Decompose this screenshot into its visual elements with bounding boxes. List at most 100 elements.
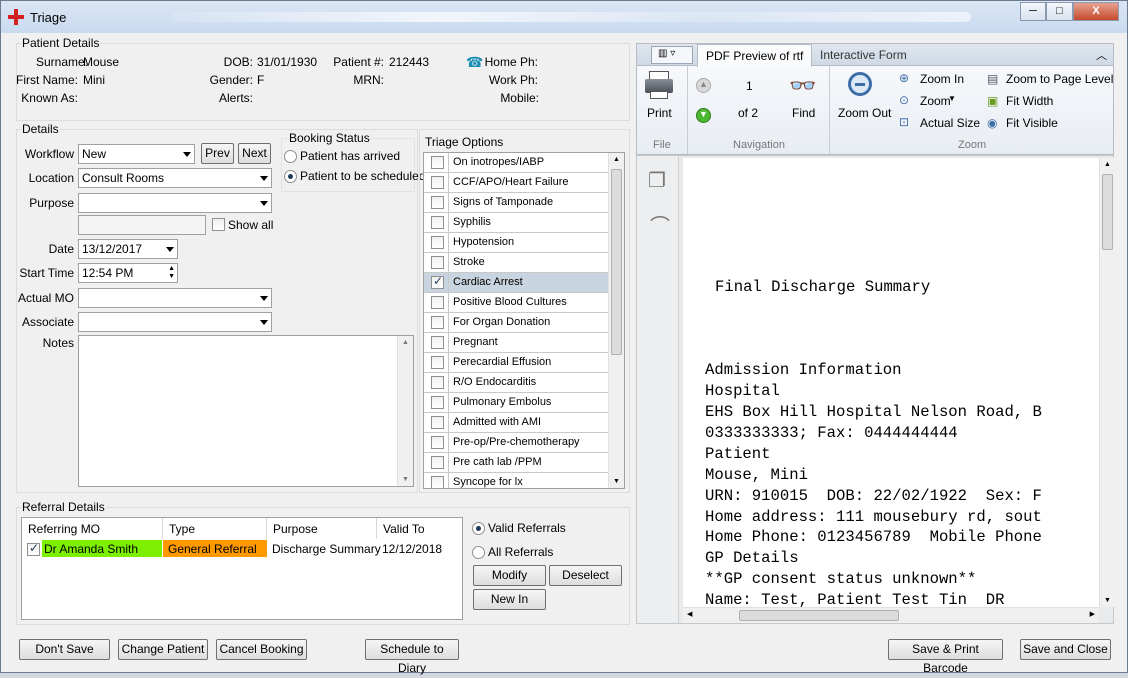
close-button[interactable]: X	[1073, 2, 1119, 21]
deselect-button[interactable]: Deselect	[549, 565, 622, 586]
triage-option-row[interactable]: Cardiac Arrest	[424, 273, 609, 293]
triage-option-row[interactable]: Pre-op/Pre-chemotherapy	[424, 433, 609, 453]
tab-interactive-form[interactable]: Interactive Form	[812, 44, 915, 66]
triage-option-row[interactable]: Positive Blood Cultures	[424, 293, 609, 313]
scroll-up-icon[interactable]: ▲	[402, 339, 409, 346]
scroll-thumb[interactable]	[611, 169, 622, 355]
triage-option-row[interactable]: For Organ Donation	[424, 313, 609, 333]
scroll-thumb[interactable]	[739, 610, 899, 621]
actual-size-button[interactable]: Actual Size	[920, 116, 980, 130]
purpose-combo[interactable]	[78, 193, 272, 213]
triage-option-checkbox[interactable]	[431, 376, 444, 389]
zoom-out-button[interactable]: Zoom Out	[838, 106, 891, 120]
triage-option-row[interactable]: On inotropes/IABP	[424, 153, 609, 173]
scroll-down-icon[interactable]: ▼	[402, 476, 409, 483]
radio-patient-arrived[interactable]	[284, 150, 297, 163]
triage-option-row[interactable]: CCF/APO/Heart Failure	[424, 173, 609, 193]
triage-option-checkbox[interactable]	[431, 416, 444, 429]
radio-valid-referrals[interactable]	[472, 522, 485, 535]
triage-option-checkbox[interactable]	[431, 476, 444, 488]
scroll-left-icon[interactable]: ◀	[687, 610, 692, 618]
previous-page-icon[interactable]: ▲	[696, 78, 711, 93]
triage-option-checkbox[interactable]	[431, 316, 444, 329]
zoom-page-level-button[interactable]: Zoom to Page Level	[1006, 72, 1113, 86]
maximize-button[interactable]: □	[1046, 2, 1073, 21]
triage-option-checkbox[interactable]	[431, 236, 444, 249]
triage-option-row[interactable]: Hypotension	[424, 233, 609, 253]
start-time-spinner[interactable]: 12:54 PM ▲ ▼	[78, 263, 178, 283]
fit-width-button[interactable]: Fit Width	[1006, 94, 1053, 108]
triage-option-row[interactable]: Signs of Tamponade	[424, 193, 609, 213]
triage-option-checkbox[interactable]	[431, 356, 444, 369]
cancel-booking-button[interactable]: Cancel Booking	[216, 639, 307, 660]
show-all-checkbox[interactable]	[212, 218, 225, 231]
column-header-valid-to[interactable]: Valid To	[377, 518, 462, 539]
triage-option-checkbox[interactable]	[431, 436, 444, 449]
associate-combo[interactable]	[78, 312, 272, 332]
find-button[interactable]: Find	[792, 106, 815, 120]
triage-option-checkbox[interactable]	[431, 176, 444, 189]
table-row[interactable]: Dr Amanda Smith General Referral Dischar…	[22, 539, 462, 559]
radio-patient-scheduled[interactable]	[284, 170, 297, 183]
location-combo[interactable]: Consult Rooms	[78, 168, 272, 188]
notes-scrollbar[interactable]: ▲ ▼	[397, 336, 413, 486]
chevron-down-icon[interactable]: ▼	[948, 94, 956, 103]
minimize-button[interactable]: ─	[1020, 2, 1046, 21]
triage-scrollbar[interactable]: ▲ ▼	[608, 153, 624, 488]
new-in-button[interactable]: New In	[473, 589, 546, 610]
fit-visible-icon[interactable]: ◉	[987, 116, 997, 130]
print-button[interactable]: Print	[647, 106, 672, 120]
dont-save-button[interactable]: Don't Save	[19, 639, 110, 660]
triage-option-row[interactable]: Pulmonary Embolus	[424, 393, 609, 413]
prev-button[interactable]: Prev	[201, 143, 234, 164]
pdf-horizontal-scrollbar[interactable]: ◀ ▶	[683, 607, 1099, 623]
triage-option-row[interactable]: Admitted with AMI	[424, 413, 609, 433]
save-and-close-button[interactable]: Save and Close	[1020, 639, 1111, 660]
scroll-down-icon[interactable]: ▼	[613, 478, 620, 485]
date-picker[interactable]: 13/12/2017	[78, 239, 178, 259]
triage-option-checkbox[interactable]	[431, 256, 444, 269]
column-header-type[interactable]: Type	[163, 518, 267, 539]
schedule-to-diary-button[interactable]: Schedule to Diary	[365, 639, 459, 675]
triage-option-checkbox[interactable]	[431, 196, 444, 209]
fit-visible-button[interactable]: Fit Visible	[1006, 116, 1058, 130]
referral-row-checkbox[interactable]	[27, 541, 40, 556]
column-header-referring-mo[interactable]: Referring MO	[22, 518, 163, 539]
zoom-icon[interactable]: ⊙	[899, 93, 909, 107]
zoom-in-icon[interactable]: ⊕	[899, 71, 909, 85]
scroll-up-icon[interactable]: ▲	[613, 156, 620, 163]
triage-option-checkbox[interactable]	[431, 336, 444, 349]
triage-option-row[interactable]: Syncope for lx	[424, 473, 609, 488]
next-page-icon[interactable]: ▼	[696, 108, 711, 123]
attachment-icon[interactable]: ⌒	[650, 210, 670, 239]
column-header-purpose[interactable]: Purpose	[267, 518, 377, 539]
scroll-thumb[interactable]	[1102, 174, 1113, 250]
triage-option-row[interactable]: R/O Endocarditis	[424, 373, 609, 393]
triage-option-checkbox[interactable]	[431, 274, 444, 289]
modify-button[interactable]: Modify	[473, 565, 546, 586]
fit-width-icon[interactable]: ▣	[987, 94, 998, 108]
triage-option-checkbox[interactable]	[431, 216, 444, 229]
triage-option-row[interactable]: Pre cath lab /PPM	[424, 453, 609, 473]
actual-size-icon[interactable]: ⊡	[899, 115, 909, 129]
spinner-arrows-icon[interactable]: ▲ ▼	[168, 265, 175, 281]
zoom-page-icon[interactable]: ▤	[987, 72, 998, 86]
triage-option-row[interactable]: Stroke	[424, 253, 609, 273]
workflow-combo[interactable]: New	[78, 144, 195, 164]
triage-option-checkbox[interactable]	[431, 456, 444, 469]
zoom-in-button[interactable]: Zoom In	[920, 72, 964, 86]
binoculars-icon[interactable]: 👓	[789, 73, 816, 99]
pages-icon[interactable]: ❐	[648, 168, 666, 193]
pdf-vertical-scrollbar[interactable]: ▲ ▼	[1099, 158, 1115, 607]
change-patient-button[interactable]: Change Patient	[118, 639, 208, 660]
scroll-right-icon[interactable]: ▶	[1090, 610, 1095, 618]
actual-mo-combo[interactable]	[78, 288, 272, 308]
printer-icon[interactable]	[645, 71, 673, 101]
triage-option-row[interactable]: Pregnant	[424, 333, 609, 353]
collapse-ribbon-icon[interactable]: ︿	[1096, 47, 1107, 63]
notes-textarea[interactable]: ▲ ▼	[78, 335, 414, 487]
save-print-barcode-button[interactable]: Save & Print Barcode	[888, 639, 1003, 675]
triage-option-row[interactable]: Perecardial Effusion	[424, 353, 609, 373]
next-button[interactable]: Next	[238, 143, 271, 164]
triage-option-checkbox[interactable]	[431, 156, 444, 169]
